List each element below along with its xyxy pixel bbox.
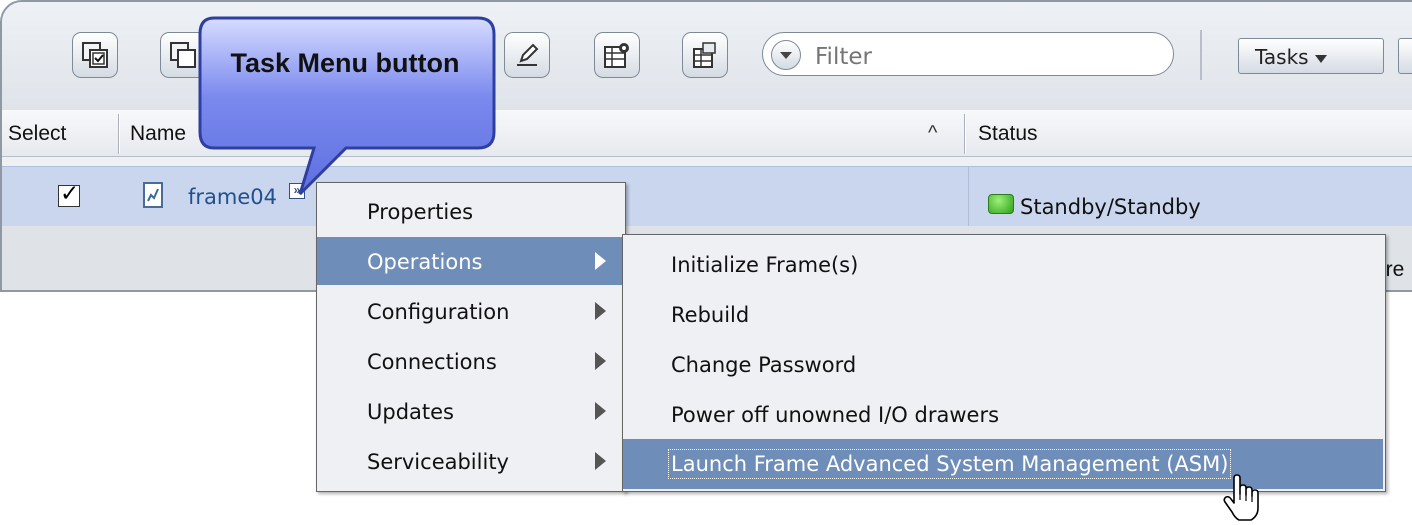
row-select-checkbox[interactable]: ✓ xyxy=(58,180,80,207)
edit-button[interactable] xyxy=(504,32,550,78)
toolbar-divider xyxy=(1200,30,1202,80)
menu-item-power-off-io-drawers[interactable]: Power off unowned I/O drawers xyxy=(623,389,1383,439)
callout-text: Task Menu button xyxy=(230,48,460,78)
configure-columns-icon xyxy=(604,43,629,68)
frame-status: Standby/Standby xyxy=(1020,195,1201,219)
views-menu-button[interactable] xyxy=(1398,38,1412,74)
menu-item-serviceability[interactable]: Serviceability xyxy=(317,437,625,485)
properties-button[interactable] xyxy=(682,32,728,78)
menu-item-label: Change Password xyxy=(671,353,857,377)
submenu-arrow-icon xyxy=(595,252,606,270)
menu-item-connections[interactable]: Connections xyxy=(317,337,625,385)
menu-item-launch-asm[interactable]: Launch Frame Advanced System Management … xyxy=(623,439,1383,489)
menu-item-operations[interactable]: Operations xyxy=(317,237,625,285)
menu-item-label: Operations xyxy=(367,250,483,274)
menu-item-label: Launch Frame Advanced System Management … xyxy=(668,449,1232,479)
chevron-down-icon xyxy=(1314,54,1327,63)
column-header-status[interactable]: Status xyxy=(978,122,1038,146)
status-ok-icon xyxy=(988,194,1014,214)
submenu-arrow-icon xyxy=(595,402,606,420)
operations-submenu: Initialize Frame(s) Rebuild Change Passw… xyxy=(622,234,1386,492)
menu-item-label: Configuration xyxy=(367,300,510,324)
tasks-menu-button[interactable]: Tasks xyxy=(1238,38,1384,74)
menu-item-label: Rebuild xyxy=(671,303,750,327)
menu-item-rebuild[interactable]: Rebuild xyxy=(623,289,1383,339)
menu-item-properties[interactable]: Properties xyxy=(317,187,625,235)
tasks-label: Tasks xyxy=(1255,45,1309,69)
menu-item-label: Power off unowned I/O drawers xyxy=(671,403,1000,427)
column-divider xyxy=(968,167,969,227)
menu-item-updates[interactable]: Updates xyxy=(317,387,625,435)
properties-icon xyxy=(693,42,716,68)
column-header-name[interactable]: Name xyxy=(130,122,186,146)
frame-icon xyxy=(143,182,163,208)
menu-item-configuration[interactable]: Configuration xyxy=(317,287,625,335)
column-header-select[interactable]: Select xyxy=(8,122,66,146)
filter-field[interactable] xyxy=(762,32,1174,76)
submenu-arrow-icon xyxy=(595,452,606,470)
menu-item-initialize-frames[interactable]: Initialize Frame(s) xyxy=(623,239,1383,289)
submenu-arrow-icon xyxy=(595,352,606,370)
filter-dropdown-icon[interactable] xyxy=(771,40,801,70)
column-divider[interactable] xyxy=(118,114,120,154)
edit-icon xyxy=(517,43,539,66)
menu-item-change-password[interactable]: Change Password xyxy=(623,339,1383,389)
menu-item-label: Properties xyxy=(367,200,474,224)
hand-cursor-icon xyxy=(1223,474,1259,521)
menu-item-label: Serviceability xyxy=(367,450,509,474)
menu-item-label: Connections xyxy=(367,350,497,374)
column-divider[interactable] xyxy=(964,114,966,154)
submenu-arrow-icon xyxy=(595,302,606,320)
menu-item-label: Updates xyxy=(367,400,454,424)
task-context-menu: Properties Operations Configuration Conn… xyxy=(316,182,626,492)
sort-ascending-icon[interactable]: ^ xyxy=(928,122,937,145)
filter-input[interactable] xyxy=(813,43,1157,71)
select-all-icon xyxy=(82,42,108,68)
select-all-button[interactable] xyxy=(72,32,118,78)
deselect-all-icon xyxy=(170,42,196,68)
configure-columns-button[interactable] xyxy=(594,32,640,78)
menu-item-label: Initialize Frame(s) xyxy=(671,253,859,277)
